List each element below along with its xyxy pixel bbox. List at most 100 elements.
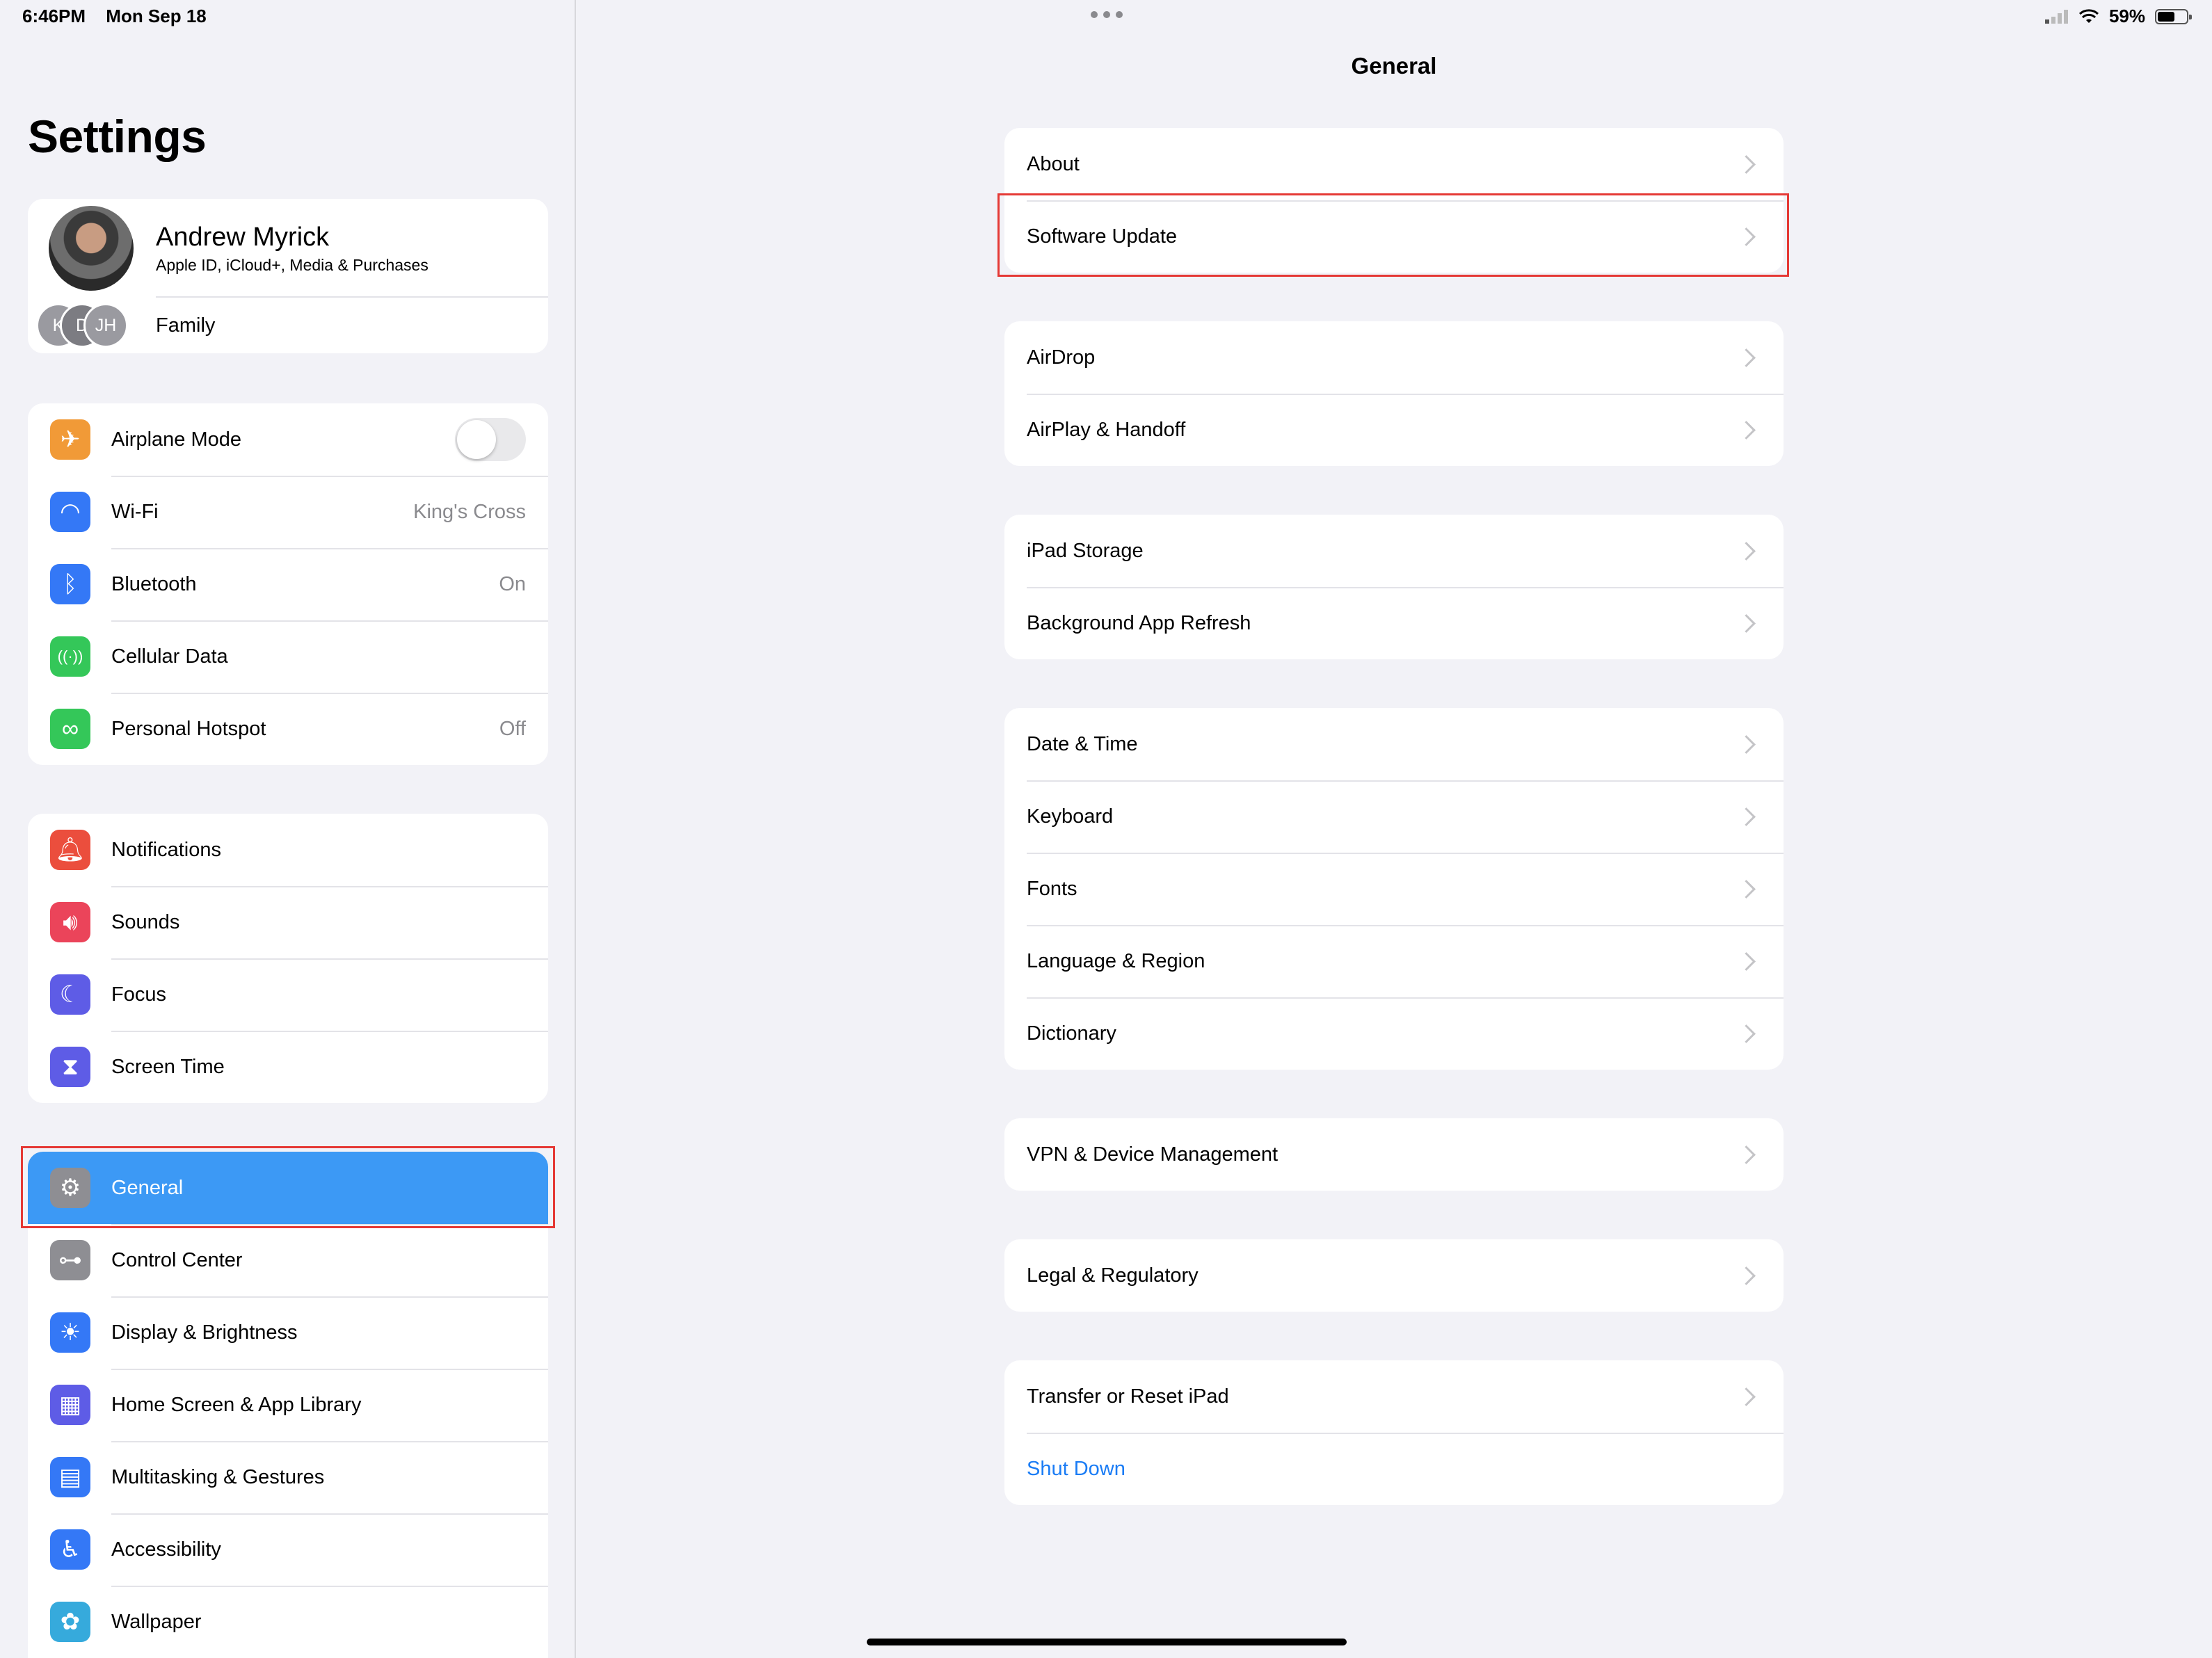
sidebar-item-label: Personal Hotspot (111, 717, 266, 740)
sidebar-item-label: Home Screen & App Library (111, 1393, 362, 1416)
row-ipad-storage[interactable]: iPad Storage (1004, 515, 1784, 587)
bluetooth-icon: ᛒ (50, 564, 90, 604)
row-label: Transfer or Reset iPad (1027, 1385, 1229, 1408)
sidebar-item-accessibility[interactable]: ♿︎ Accessibility (28, 1513, 548, 1586)
row-language-region[interactable]: Language & Region (1004, 925, 1784, 997)
switches-icon: ⊶ (50, 1240, 90, 1280)
toggle-knob (457, 420, 496, 459)
airplane-mode-toggle[interactable] (455, 418, 526, 461)
sidebar-item-bluetooth[interactable]: ᛒ Bluetooth On (28, 548, 548, 620)
notifications-group: 🔔︎ Notifications 🔊︎ Sounds ☾ Focus ⧗ Screen Tim… (28, 814, 548, 1103)
multitasking-dots-icon[interactable] (1091, 11, 1123, 18)
grid-icon: ▦ (50, 1385, 90, 1425)
settings-group: Date & Time Keyboard Fonts Language & Regio… (1004, 708, 1784, 1070)
chevron-right-icon (1737, 420, 1756, 440)
row-label: Fonts (1027, 877, 1077, 900)
chevron-right-icon (1737, 154, 1756, 174)
chevron-right-icon (1737, 807, 1756, 826)
antenna-icon: ((·)) (50, 636, 90, 677)
connectivity-group: ✈ Airplane Mode ◠ Wi-Fi King's Cross ᛒ Bluetoo… (28, 403, 548, 765)
moon-icon: ☾ (50, 974, 90, 1015)
sidebar-item-sounds[interactable]: 🔊︎ Sounds (28, 886, 548, 958)
sidebar-item-airplane-mode[interactable]: ✈ Airplane Mode (28, 403, 548, 476)
row-label: Date & Time (1027, 732, 1138, 755)
row-label: Dictionary (1027, 1022, 1116, 1045)
airplane-icon: ✈ (50, 419, 90, 460)
chevron-right-icon (1737, 1145, 1756, 1164)
sidebar-item-label: Cellular Data (111, 645, 228, 668)
sidebar-item-personal-hotspot[interactable]: ∞ Personal Hotspot Off (28, 693, 548, 765)
sidebar-item-display-brightness[interactable]: ☀ Display & Brightness (28, 1296, 548, 1369)
row-keyboard[interactable]: Keyboard (1004, 780, 1784, 853)
settings-group: iPad Storage Background App Refresh (1004, 515, 1784, 659)
chevron-right-icon (1737, 1266, 1756, 1285)
profile-name: Andrew Myrick (156, 223, 330, 252)
sun-icon: ☀ (50, 1312, 90, 1353)
row-label: Legal & Regulatory (1027, 1264, 1199, 1287)
apple-id-card[interactable]: Andrew Myrick Apple ID, iCloud+, Media &… (28, 199, 548, 353)
bell-icon: 🔔︎ (50, 830, 90, 870)
row-label: Language & Region (1027, 949, 1205, 972)
row-fonts[interactable]: Fonts (1004, 853, 1784, 925)
sidebar: Settings Andrew Myrick Apple ID, iCloud+… (0, 0, 576, 1658)
row-background-app-refresh[interactable]: Background App Refresh (1004, 587, 1784, 659)
row-label: VPN & Device Management (1027, 1143, 1279, 1166)
family-label[interactable]: Family (156, 314, 215, 337)
row-label: AirPlay & Handoff (1027, 418, 1186, 441)
chevron-right-icon (1737, 734, 1756, 754)
chevron-right-icon (1737, 348, 1756, 367)
divider (156, 296, 548, 298)
shut-down-label: Shut Down (1027, 1457, 1125, 1480)
hourglass-icon: ⧗ (50, 1047, 90, 1087)
sidebar-item-label: Notifications (111, 838, 221, 861)
family-avatar[interactable]: JH (83, 303, 128, 348)
row-dictionary[interactable]: Dictionary (1004, 997, 1784, 1070)
sidebar-item-screen-time[interactable]: ⧗ Screen Time (28, 1031, 548, 1103)
row-label: AirDrop (1027, 346, 1096, 369)
page-title: General (1351, 53, 1437, 79)
sidebar-item-multitasking-gestures[interactable]: ▤ Multitasking & Gestures (28, 1441, 548, 1513)
chevron-right-icon (1737, 951, 1756, 971)
row-about[interactable]: About (1004, 128, 1784, 200)
flower-icon: ✿ (50, 1602, 90, 1642)
row-label: iPad Storage (1027, 539, 1144, 562)
sidebar-item-label: Sounds (111, 910, 180, 933)
row-label: About (1027, 152, 1080, 175)
sidebar-item-label: Wallpaper (111, 1610, 202, 1633)
multitask-icon: ▤ (50, 1457, 90, 1497)
home-indicator[interactable] (867, 1639, 1347, 1645)
row-vpn-device-management[interactable]: VPN & Device Management (1004, 1118, 1784, 1191)
row-airdrop[interactable]: AirDrop (1004, 321, 1784, 394)
sidebar-item-label: Airplane Mode (111, 428, 241, 451)
sidebar-item-label: Screen Time (111, 1055, 225, 1078)
sidebar-item-cellular-data[interactable]: ((·)) Cellular Data (28, 620, 548, 693)
chevron-right-icon (1737, 613, 1756, 633)
sidebar-item-label: Wi-Fi (111, 500, 159, 523)
row-legal-regulatory[interactable]: Legal & Regulatory (1004, 1239, 1784, 1312)
sidebar-item-wi-fi[interactable]: ◠ Wi-Fi King's Cross (28, 476, 548, 548)
settings-group: VPN & Device Management (1004, 1118, 1784, 1191)
sidebar-item-home-screen-app-library[interactable]: ▦ Home Screen & App Library (28, 1369, 548, 1441)
row-airplay-handoff[interactable]: AirPlay & Handoff (1004, 394, 1784, 466)
status-bar-right: 59% (2044, 6, 2192, 27)
sidebar-item-notifications[interactable]: 🔔︎ Notifications (28, 814, 548, 886)
row-transfer-or-reset-ipad[interactable]: Transfer or Reset iPad (1004, 1360, 1784, 1433)
sidebar-item-control-center[interactable]: ⊶ Control Center (28, 1224, 548, 1296)
row-date-time[interactable]: Date & Time (1004, 708, 1784, 780)
shut-down-button[interactable]: Shut Down (1004, 1433, 1784, 1505)
chevron-right-icon (1737, 879, 1756, 899)
settings-group: AirDrop AirPlay & Handoff (1004, 321, 1784, 466)
cellular-signal-icon (2044, 9, 2068, 24)
sidebar-item-value: Off (499, 717, 526, 740)
sidebar-item-wallpaper[interactable]: ✿ Wallpaper (28, 1586, 548, 1658)
chevron-right-icon (1737, 541, 1756, 561)
wifi-status-icon (2078, 8, 2099, 23)
sidebar-item-value: On (499, 572, 526, 595)
sidebar-item-focus[interactable]: ☾ Focus (28, 958, 548, 1031)
settings-group: Legal & Regulatory (1004, 1239, 1784, 1312)
wifi-icon: ◠ (50, 492, 90, 532)
avatar[interactable] (49, 206, 134, 291)
sidebar-item-label: Display & Brightness (111, 1321, 298, 1344)
chevron-right-icon (1737, 1024, 1756, 1043)
accessibility-icon: ♿︎ (50, 1529, 90, 1570)
